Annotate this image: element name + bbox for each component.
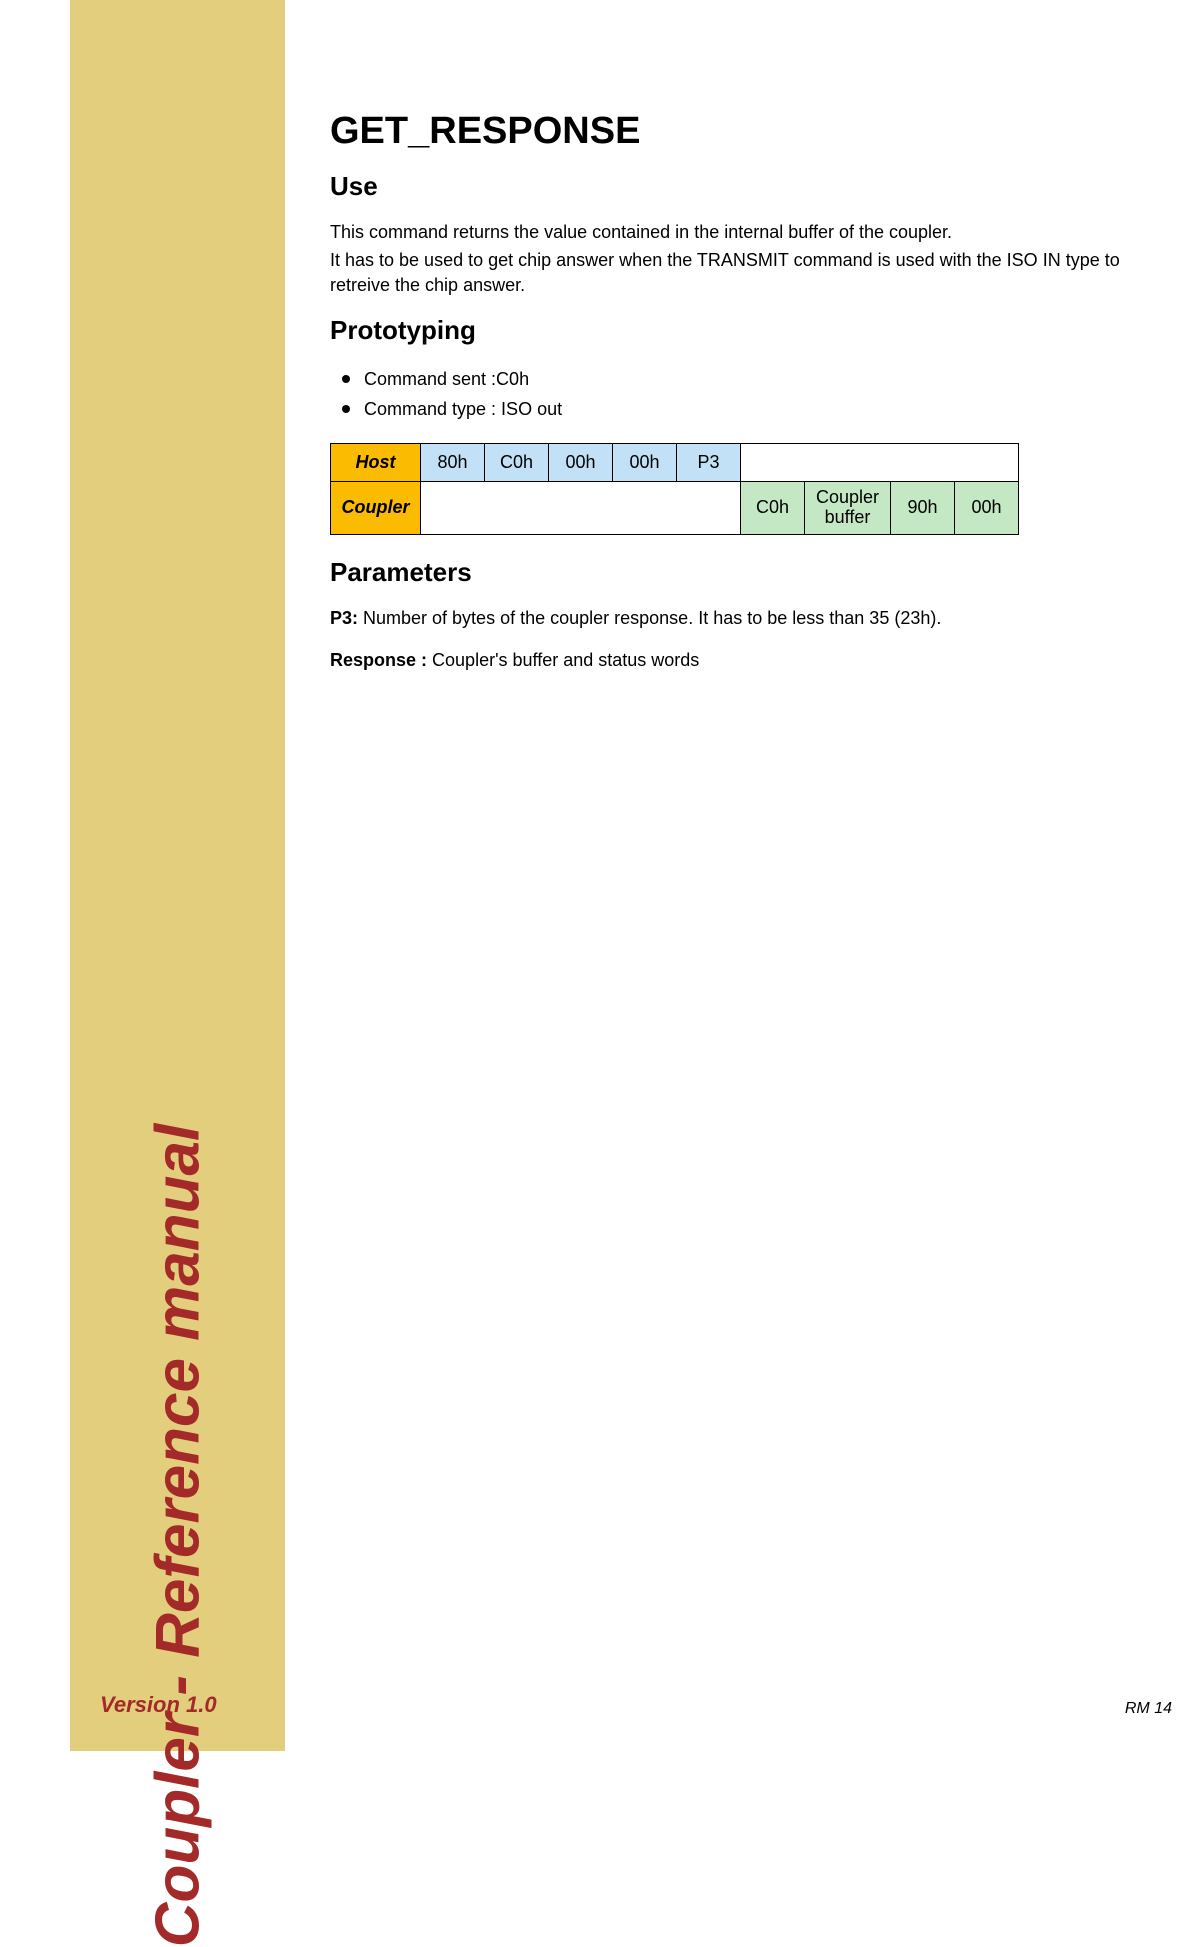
host-label-cell: Host [331,444,421,482]
coupler-label-cell: Coupler [331,482,421,535]
bullet-item: Command type : ISO out [364,394,1140,425]
table-row-coupler: Coupler C0h Coupler buffer 90h 00h [331,482,1019,535]
sidebar: Coupler - Reference manual [70,0,285,1751]
response-text: Coupler's buffer and status words [427,650,699,670]
coupler-cell: 90h [891,482,955,535]
coupler-cell: 00h [955,482,1019,535]
response-label: Response : [330,650,427,670]
section-prototyping-heading: Prototyping [330,315,1140,346]
p3-line: P3: Number of bytes of the coupler respo… [330,606,1140,630]
empty-cell [421,482,741,535]
section-parameters-heading: Parameters [330,557,1140,588]
prototyping-bullets: Command sent :C0h Command type : ISO out [364,364,1140,425]
main-content: GET_RESPONSE Use This command returns th… [330,110,1140,672]
use-text-1: This command returns the value contained… [330,220,1140,244]
host-cell: P3 [677,444,741,482]
use-text-2: It has to be used to get chip answer whe… [330,248,1140,297]
empty-cell [741,444,1019,482]
section-use-heading: Use [330,171,1140,202]
page-number: RM 14 [1125,1700,1172,1718]
host-cell: 00h [613,444,677,482]
host-cell: C0h [485,444,549,482]
response-line: Response : Coupler's buffer and status w… [330,648,1140,672]
p3-label: P3: [330,608,358,628]
p3-text: Number of bytes of the coupler response.… [358,608,941,628]
sidebar-title: Coupler - Reference manual [142,1124,213,1947]
host-cell: 80h [421,444,485,482]
host-cell: 00h [549,444,613,482]
table-row-host: Host 80h C0h 00h 00h P3 [331,444,1019,482]
bullet-item: Command sent :C0h [364,364,1140,395]
prototyping-table: Host 80h C0h 00h 00h P3 Coupler C0h Coup… [330,443,1019,535]
page-title: GET_RESPONSE [330,110,1140,153]
version-label: Version 1.0 [100,1692,217,1718]
coupler-cell: Coupler buffer [805,482,891,535]
coupler-cell: C0h [741,482,805,535]
